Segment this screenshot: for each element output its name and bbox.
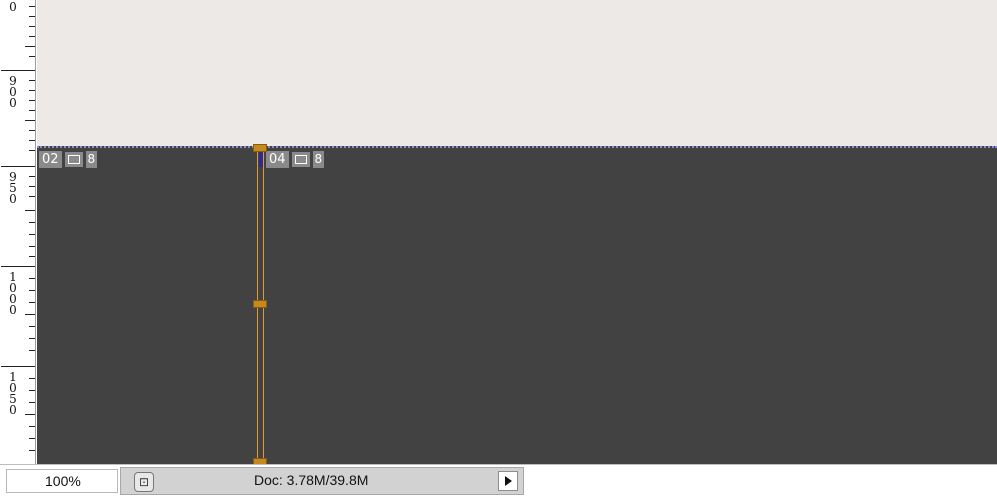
image-slice-icon (64, 151, 83, 167)
ruler-tick (29, 390, 35, 391)
ruler-tick (29, 246, 35, 247)
ruler-tick (29, 426, 35, 427)
slice-resize-handle-middle[interactable] (253, 300, 267, 308)
ruler-tick (29, 402, 35, 403)
ruler-tick (29, 150, 35, 151)
ruler-tick (29, 196, 35, 197)
document-canvas[interactable]: 02 8 04 8 (37, 0, 997, 464)
status-bar: 100% ⊡ Doc: 3.78M/39.8M (0, 464, 997, 498)
ruler-tick (25, 120, 35, 121)
ruler-tick (29, 140, 35, 141)
ruler-tick (25, 414, 35, 415)
ruler-tick (25, 314, 35, 315)
ruler-tick (29, 26, 35, 27)
ruler-tick (29, 176, 35, 177)
ruler-tick (29, 350, 35, 351)
ruler-tick (29, 100, 35, 101)
vertical-ruler[interactable]: 0 900 950 1000 1050 (0, 0, 36, 464)
slice-boundary[interactable] (253, 144, 267, 464)
slice-number: 04 (266, 150, 289, 168)
ruler-tick (29, 6, 35, 7)
ruler-tick (29, 378, 35, 379)
ruler-tick (25, 46, 35, 47)
ruler-tick (29, 110, 35, 111)
ruler-tick (29, 338, 35, 339)
image-slice-icon (291, 151, 310, 167)
ruler-tick (29, 438, 35, 439)
ruler-tick (29, 302, 35, 303)
document-size-info[interactable]: Doc: 3.78M/39.8M (254, 472, 368, 488)
ruler-tick (1, 366, 35, 367)
slice-number: 02 (39, 150, 62, 168)
ruler-label: 0 (9, 0, 17, 14)
ruler-tick (29, 278, 35, 279)
triangle-right-icon[interactable] (498, 471, 518, 491)
slice-label-02[interactable]: 02 8 (39, 150, 98, 168)
ruler-tick (1, 70, 35, 71)
ruler-tick (29, 36, 35, 37)
profile-icon[interactable]: ⊡ (134, 472, 154, 492)
ruler-tick (1, 266, 35, 267)
slice-label-04[interactable]: 04 8 (259, 150, 325, 168)
slice-resize-handle-top[interactable] (253, 144, 267, 152)
ruler-tick (29, 326, 35, 327)
zoom-level-field[interactable]: 100% (6, 469, 118, 493)
ruler-tick (29, 90, 35, 91)
ruler-tick (1, 166, 35, 167)
ruler-tick (25, 210, 35, 211)
ruler-tick (29, 290, 35, 291)
ruler-tick (29, 80, 35, 81)
ruler-tick (29, 256, 35, 257)
dark-image-region[interactable] (37, 146, 997, 464)
ruler-tick (29, 234, 35, 235)
ruler-tick (29, 186, 35, 187)
ruler-tick (29, 56, 35, 57)
ruler-tick (29, 450, 35, 451)
ruler-tick (29, 130, 35, 131)
ruler-label: 950 (9, 170, 17, 206)
ruler-tick (29, 222, 35, 223)
ruler-label: 1000 (9, 270, 17, 317)
ruler-label: 900 (9, 74, 17, 110)
slice-badge: 8 (85, 150, 98, 168)
slice-badge: 8 (312, 150, 325, 168)
ruler-tick (29, 16, 35, 17)
ruler-label: 1050 (9, 370, 17, 417)
